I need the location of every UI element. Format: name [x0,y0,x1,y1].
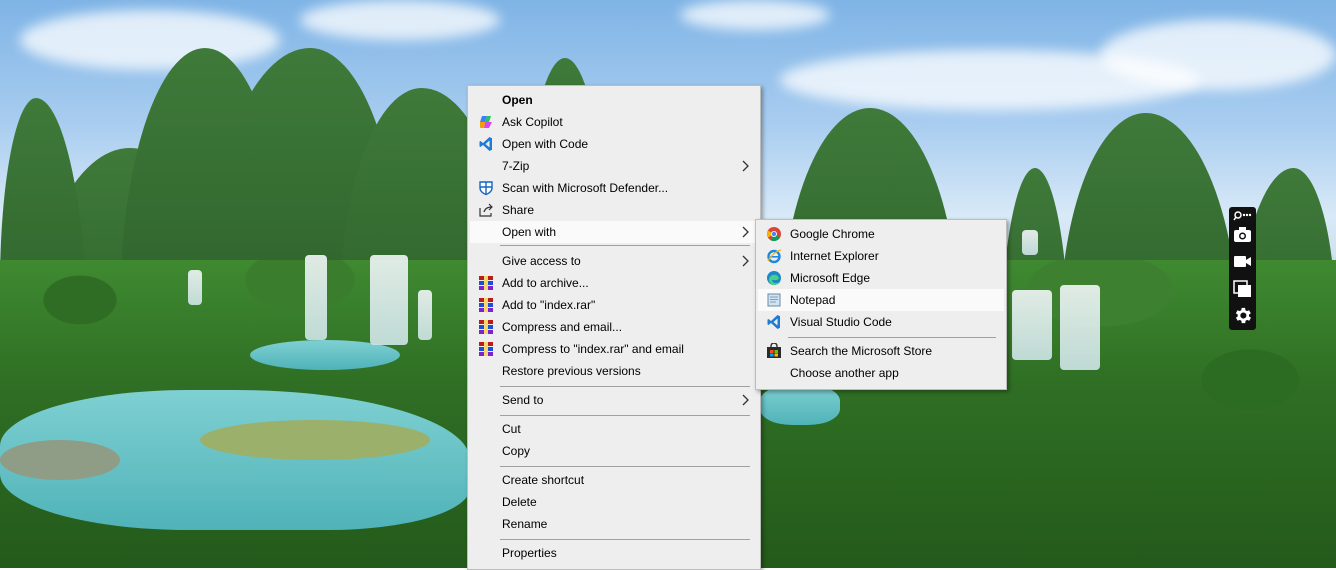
submenu-item-label: Choose another app [790,366,899,380]
submenu-item-label: Google Chrome [790,227,875,241]
menu-item-send-to[interactable]: Send to [470,389,758,411]
menu-item-label: Open with [502,225,557,239]
winrar-icon [478,341,494,357]
menu-item-create-shortcut[interactable]: Create shortcut [470,469,758,491]
menu-separator [788,337,996,338]
menu-item-label: Add to "index.rar" [502,298,596,312]
menu-item-restore-previous-versions[interactable]: Restore previous versions [470,360,758,382]
menu-item-ask-copilot[interactable]: Ask Copilot [470,111,758,133]
menu-item-open-with-code[interactable]: Open with Code [470,133,758,155]
submenu-item-microsoft-edge[interactable]: Microsoft Edge [758,267,1004,289]
notepad-icon [766,292,782,308]
menu-separator [500,386,750,387]
capture-toolbar [1229,207,1256,330]
menu-separator [500,415,750,416]
submenu-item-label: Search the Microsoft Store [790,344,933,358]
menu-item-properties[interactable]: Properties [470,542,758,564]
menu-item-give-access-to[interactable]: Give access to [470,250,758,272]
menu-item-label: Cut [502,422,521,436]
vscode-icon [766,314,782,330]
menu-item-label: Give access to [502,254,581,268]
winrar-icon [478,275,494,291]
chevron-right-icon [742,254,750,268]
submenu-item-choose-another-app[interactable]: Choose another app [758,362,1004,384]
menu-item-label: Send to [502,393,544,407]
chrome-icon [766,226,782,242]
gear-icon[interactable] [1232,305,1253,326]
edge-icon [766,270,782,286]
submenu-item-google-chrome[interactable]: Google Chrome [758,223,1004,245]
submenu-item-visual-studio-code[interactable]: Visual Studio Code [758,311,1004,333]
camera-icon[interactable] [1232,224,1253,245]
menu-item-label: Properties [502,546,557,560]
menu-item-label: Create shortcut [502,473,585,487]
menu-item-share[interactable]: Share [470,199,758,221]
menu-item-open-with[interactable]: Open with [470,221,758,243]
menu-item-compress-to-index-rar-and-email[interactable]: Compress to "index.rar" and email [470,338,758,360]
chevron-right-icon [742,393,750,407]
winrar-icon [478,297,494,313]
menu-item-compress-and-email[interactable]: Compress and email... [470,316,758,338]
menu-item-scan-with-microsoft-defender[interactable]: Scan with Microsoft Defender... [470,177,758,199]
menu-item-label: Compress to "index.rar" and email [502,342,684,356]
menu-item-label: Rename [502,517,548,531]
chevron-right-icon [742,159,750,173]
open-with-submenu: Google Chrome Internet Explorer Microsoft … [755,219,1007,390]
context-menu: Open Ask Copilot Open with Code 7-Zip Scan w… [467,85,761,570]
window-icon[interactable] [1232,278,1253,299]
submenu-item-notepad[interactable]: Notepad [758,289,1004,311]
video-icon[interactable] [1232,251,1253,272]
menu-separator [500,539,750,540]
menu-item-label: Open with Code [502,137,589,151]
menu-item-add-to-index-rar[interactable]: Add to "index.rar" [470,294,758,316]
menu-item-label: Compress and email... [502,320,623,334]
menu-item-label: Restore previous versions [502,364,641,378]
submenu-item-search-the-microsoft-store[interactable]: Search the Microsoft Store [758,340,1004,362]
copilot-icon [478,114,494,130]
pin-icon[interactable] [1232,209,1253,221]
menu-separator [500,466,750,467]
menu-item-copy[interactable]: Copy [470,440,758,462]
menu-item-label: Share [502,203,535,217]
submenu-item-internet-explorer[interactable]: Internet Explorer [758,245,1004,267]
menu-item-label: Open [502,93,533,107]
submenu-item-label: Internet Explorer [790,249,879,263]
menu-item-open[interactable]: Open [470,89,758,111]
menu-item-cut[interactable]: Cut [470,418,758,440]
menu-item-7-zip[interactable]: 7-Zip [470,155,758,177]
submenu-item-label: Visual Studio Code [790,315,892,329]
ie-icon [766,248,782,264]
menu-separator [500,245,750,246]
store-icon [766,342,782,359]
chevron-right-icon [742,225,750,239]
menu-item-label: Scan with Microsoft Defender... [502,181,669,195]
menu-item-label: Add to archive... [502,276,589,290]
share-icon [478,202,494,218]
menu-item-label: Copy [502,444,531,458]
vscode-icon [478,136,494,152]
menu-item-label: 7-Zip [502,159,530,173]
submenu-item-label: Notepad [790,293,836,307]
menu-item-label: Ask Copilot [502,115,563,129]
menu-item-label: Delete [502,495,537,509]
menu-item-delete[interactable]: Delete [470,491,758,513]
menu-item-rename[interactable]: Rename [470,513,758,535]
menu-item-add-to-archive[interactable]: Add to archive... [470,272,758,294]
winrar-icon [478,319,494,335]
defender-icon [478,180,494,196]
submenu-item-label: Microsoft Edge [790,271,871,285]
